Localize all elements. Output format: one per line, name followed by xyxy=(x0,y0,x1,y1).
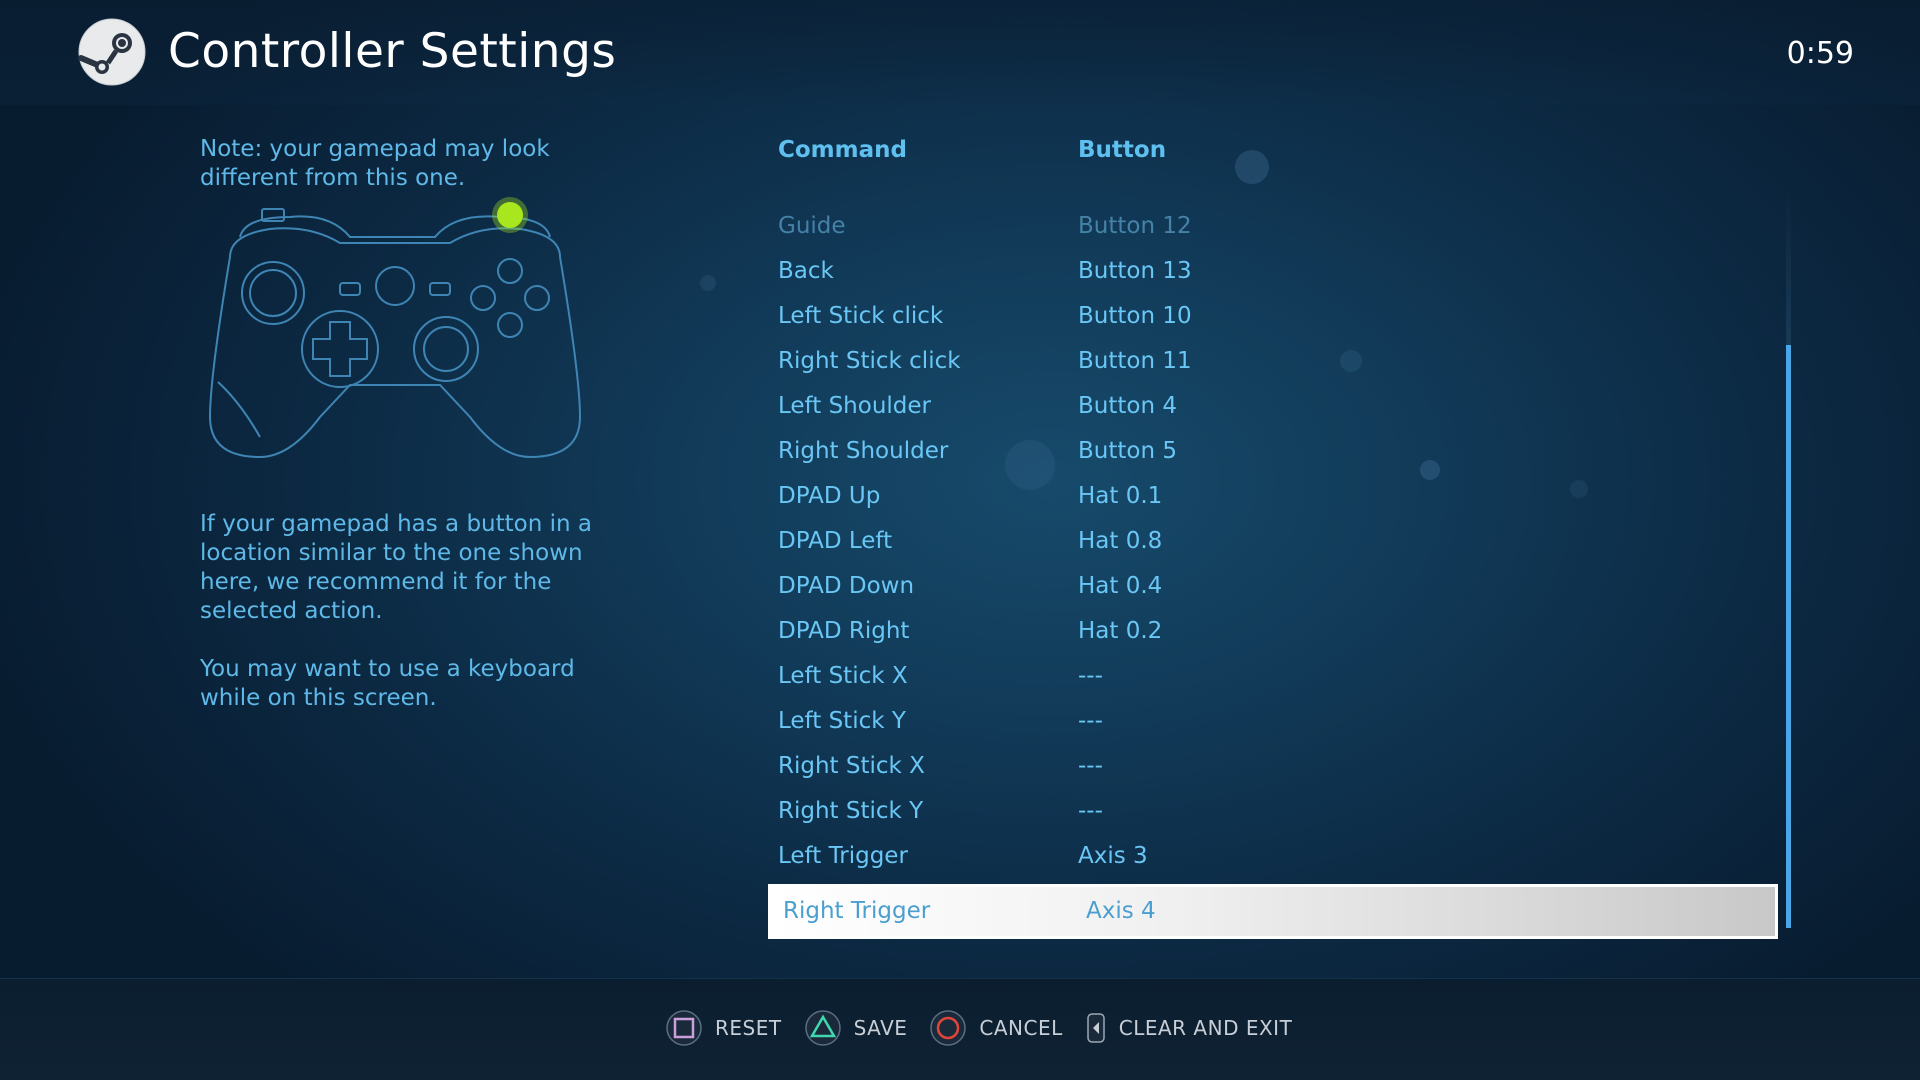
command-cell: Left Stick click xyxy=(778,303,944,329)
triangle-button-icon xyxy=(804,1010,841,1046)
button-cell: Hat 0.4 xyxy=(1078,573,1163,599)
gamepad-help-text: If your gamepad has a button in a locati… xyxy=(200,511,592,624)
table-row[interactable]: DPAD Up Hat 0.1 xyxy=(768,474,1778,519)
button-cell: --- xyxy=(1078,708,1103,734)
bokeh-dot xyxy=(1235,150,1269,184)
table-row[interactable]: Right Shoulder Button 5 xyxy=(768,429,1778,474)
table-row-selected[interactable]: Right Trigger Axis 4 xyxy=(768,884,1778,939)
table-row[interactable]: Left Stick click Button 10 xyxy=(768,294,1778,339)
table-row[interactable]: Left Trigger Axis 3 xyxy=(768,834,1778,879)
table-row[interactable]: Right Stick click Button 11 xyxy=(768,339,1778,384)
gamepad-diagram-icon xyxy=(208,197,582,459)
button-cell: Hat 0.2 xyxy=(1078,618,1163,644)
command-cell: Right Trigger xyxy=(783,898,931,924)
circle-button-icon xyxy=(930,1010,967,1046)
table-row[interactable]: DPAD Right Hat 0.2 xyxy=(768,609,1778,654)
command-cell: Left Trigger xyxy=(778,843,908,869)
table-row[interactable]: Left Stick Y --- xyxy=(768,699,1778,744)
command-cell: DPAD Down xyxy=(778,573,915,599)
button-cell: Button 12 xyxy=(1078,213,1192,239)
command-cell: Left Shoulder xyxy=(778,393,932,419)
button-cell: Button 10 xyxy=(1078,303,1192,329)
button-cell: --- xyxy=(1078,753,1103,779)
command-cell: Right Shoulder xyxy=(778,438,949,464)
button-cell: Button 13 xyxy=(1078,258,1192,284)
command-cell: Back xyxy=(778,258,834,284)
clock: 0:59 xyxy=(1786,36,1854,71)
reset-label: RESET xyxy=(715,1016,782,1040)
command-cell: Right Stick Y xyxy=(778,798,924,824)
select-button-icon xyxy=(1087,1013,1105,1043)
command-list: Guide Button 12 Back Button 13 Left Stick cl… xyxy=(768,204,1778,939)
keyboard-hint-text: You may want to use a keyboard while on … xyxy=(200,656,575,711)
cancel-button[interactable]: CANCEL xyxy=(929,1009,1062,1047)
gamepad-note: Note: your gamepad may look different fr… xyxy=(200,136,550,191)
bokeh-dot xyxy=(700,275,716,291)
button-cell: Button 11 xyxy=(1078,348,1192,374)
command-cell: DPAD Right xyxy=(778,618,910,644)
table-row[interactable]: Left Stick X --- xyxy=(768,654,1778,699)
column-header-button: Button xyxy=(1078,137,1167,163)
command-cell: Left Stick X xyxy=(778,663,908,689)
table-row[interactable]: DPAD Down Hat 0.4 xyxy=(768,564,1778,609)
button-cell: Hat 0.1 xyxy=(1078,483,1163,509)
command-cell: Left Stick Y xyxy=(778,708,906,734)
button-cell: --- xyxy=(1078,798,1103,824)
steam-logo-icon xyxy=(78,18,146,86)
command-cell: Right Stick X xyxy=(778,753,925,779)
cancel-label: CANCEL xyxy=(979,1016,1063,1040)
table-row[interactable]: Left Shoulder Button 4 xyxy=(768,384,1778,429)
left-panel: Note: your gamepad may look different fr… xyxy=(200,135,600,711)
square-button-icon xyxy=(666,1010,702,1046)
scrollbar-thumb[interactable] xyxy=(1786,345,1791,928)
reset-button[interactable]: RESET xyxy=(665,1009,782,1047)
button-cell: Axis 4 xyxy=(1086,898,1156,924)
footer-actions: RESET SAVE CANCEL CLEAR AND EXIT xyxy=(665,1008,1314,1048)
command-cell: Guide xyxy=(778,213,846,239)
table-row[interactable]: Right Stick X --- xyxy=(768,744,1778,789)
command-cell: DPAD Up xyxy=(778,483,881,509)
command-cell: DPAD Left xyxy=(778,528,893,554)
column-header-command: Command xyxy=(778,137,907,163)
table-row[interactable]: Guide Button 12 xyxy=(768,204,1778,249)
clear-and-exit-label: CLEAR AND EXIT xyxy=(1118,1016,1293,1040)
command-cell: Right Stick click xyxy=(778,348,961,374)
save-label: SAVE xyxy=(853,1016,908,1040)
page-title: Controller Settings xyxy=(168,24,617,79)
table-row[interactable]: DPAD Left Hat 0.8 xyxy=(768,519,1778,564)
clear-and-exit-button[interactable]: CLEAR AND EXIT xyxy=(1085,1009,1293,1047)
table-row[interactable]: Right Stick Y --- xyxy=(768,789,1778,834)
button-cell: Hat 0.8 xyxy=(1078,528,1163,554)
button-cell: --- xyxy=(1078,663,1103,689)
button-cell: Axis 3 xyxy=(1078,843,1148,869)
button-cell: Button 5 xyxy=(1078,438,1177,464)
table-row[interactable]: Back Button 13 xyxy=(768,249,1778,294)
button-cell: Button 4 xyxy=(1078,393,1177,419)
save-button[interactable]: SAVE xyxy=(804,1009,908,1047)
